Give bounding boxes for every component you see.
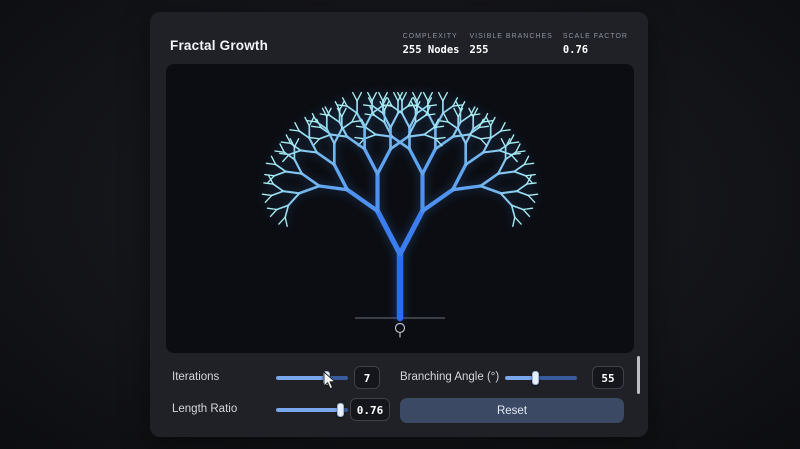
stat-complexity-label: COMPLEXITY [402, 33, 458, 40]
branching-angle-label: Branching Angle (°) [400, 371, 500, 383]
reset-button[interactable]: Reset [400, 398, 624, 423]
length-ratio-slider[interactable] [276, 403, 348, 417]
branching-angle-slider-track[interactable] [505, 376, 577, 380]
iterations-value[interactable]: 7 [354, 366, 380, 389]
fractal-svg [261, 91, 539, 338]
stat-visible-branches-value: 255 [469, 44, 489, 56]
length-ratio-slider-thumb[interactable] [336, 403, 344, 417]
stat-scale-factor-label: SCALE FACTOR [562, 33, 628, 40]
stat-scale-factor: SCALE FACTOR 0.76 [563, 33, 628, 56]
stat-visible-branches: VISIBLE BRANCHES 255 [470, 33, 553, 56]
fractal-tree [261, 91, 539, 322]
page-title: Fractal Growth [170, 38, 269, 53]
mouse-cursor [323, 371, 336, 390]
length-ratio-value[interactable]: 0.76 [350, 398, 390, 421]
iterations-label: Iterations [172, 371, 220, 383]
stat-visible-branches-label: VISIBLE BRANCHES [469, 33, 553, 40]
scrollbar-thumb[interactable] [637, 356, 640, 394]
stat-complexity: COMPLEXITY 255 Nodes [403, 33, 460, 56]
branching-angle-slider-thumb[interactable] [531, 371, 539, 385]
stats-bar: COMPLEXITY 255 Nodes VISIBLE BRANCHES 25… [403, 33, 628, 56]
stat-complexity-value: 255 Nodes [402, 44, 460, 56]
branching-angle-slider[interactable] [505, 371, 577, 385]
fractal-canvas [166, 64, 634, 353]
length-ratio-label: Length Ratio [172, 403, 238, 415]
branching-angle-value[interactable]: 55 [592, 366, 624, 389]
fractal-app-card: Fractal Growth COMPLEXITY 255 Nodes VISI… [150, 12, 648, 437]
stat-scale-factor-value: 0.76 [562, 44, 589, 56]
tree-icon [394, 322, 406, 338]
